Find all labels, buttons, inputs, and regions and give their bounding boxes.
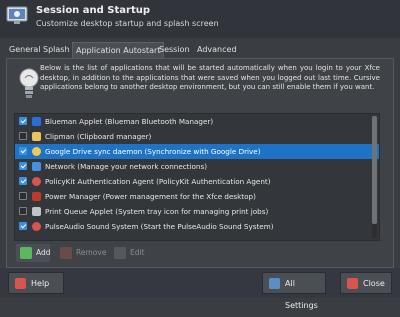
autostart-description: Below is the list of applications that w… bbox=[40, 64, 380, 91]
close-button[interactable]: Close bbox=[340, 272, 392, 294]
help-icon bbox=[15, 278, 26, 289]
tab-splash[interactable]: Splash bbox=[40, 42, 73, 57]
edit-label: Edit bbox=[130, 248, 145, 257]
all-settings-button[interactable]: All Settings bbox=[262, 272, 326, 310]
item-label: Clipman (Clipboard manager) bbox=[45, 132, 152, 141]
tab-advanced[interactable]: Advanced bbox=[194, 42, 240, 57]
autostart-list[interactable]: Blueman Applet (Blueman Bluetooth Manage… bbox=[14, 113, 380, 241]
item-label: Blueman Applet (Blueman Bluetooth Manage… bbox=[45, 117, 214, 126]
remove-button[interactable]: Remove bbox=[56, 244, 106, 262]
remove-label: Remove bbox=[76, 248, 107, 257]
printer-icon bbox=[32, 207, 41, 216]
power-icon bbox=[32, 192, 41, 201]
item-checkbox[interactable] bbox=[19, 192, 27, 200]
dialog-header: Session and Startup Customize desktop st… bbox=[0, 0, 400, 38]
item-label: PulseAudio Sound System (Start the Pulse… bbox=[45, 222, 274, 231]
tab-application-autostart[interactable]: Application Autostart bbox=[72, 42, 165, 58]
item-checkbox[interactable] bbox=[19, 177, 27, 185]
tab-general[interactable]: General bbox=[6, 42, 44, 57]
lightbulb-icon bbox=[19, 68, 39, 98]
list-item[interactable]: Network (Manage your network connections… bbox=[15, 159, 379, 174]
item-label: Power Manager (Power management for the … bbox=[45, 192, 256, 201]
all-settings-label: All Settings bbox=[285, 279, 318, 310]
item-checkbox[interactable] bbox=[19, 207, 27, 215]
item-checkbox[interactable] bbox=[19, 132, 27, 140]
list-item[interactable]: Google Drive sync daemon (Synchronize wi… bbox=[15, 144, 379, 159]
dialog-title: Session and Startup bbox=[36, 5, 151, 16]
add-label: Add bbox=[36, 248, 51, 257]
session-monitor-icon bbox=[6, 6, 28, 24]
add-icon bbox=[20, 247, 32, 259]
item-label: PolicyKit Authentication Agent (PolicyKi… bbox=[45, 177, 271, 186]
scrollbar-thumb[interactable] bbox=[372, 116, 377, 224]
list-item[interactable]: Power Manager (Power management for the … bbox=[15, 189, 379, 204]
item-checkbox[interactable] bbox=[19, 222, 27, 230]
clipboard-icon bbox=[32, 132, 41, 141]
add-button[interactable]: Add bbox=[16, 244, 51, 262]
settings-icon bbox=[269, 278, 280, 289]
help-button[interactable]: Help bbox=[8, 272, 64, 294]
item-checkbox[interactable] bbox=[19, 117, 27, 125]
item-label: Google Drive sync daemon (Synchronize wi… bbox=[45, 147, 261, 156]
edit-icon bbox=[114, 247, 126, 259]
item-label: Print Queue Applet (System tray icon for… bbox=[45, 207, 269, 216]
policykit-icon bbox=[32, 177, 41, 186]
list-item[interactable]: PulseAudio Sound System (Start the Pulse… bbox=[15, 219, 379, 234]
item-checkbox[interactable] bbox=[19, 162, 27, 170]
edit-button[interactable]: Edit bbox=[110, 244, 145, 262]
tab-session[interactable]: Session bbox=[156, 42, 193, 57]
list-item[interactable]: PolicyKit Authentication Agent (PolicyKi… bbox=[15, 174, 379, 189]
list-item[interactable]: Blueman Applet (Blueman Bluetooth Manage… bbox=[15, 114, 379, 129]
item-checkbox[interactable] bbox=[19, 147, 27, 155]
list-item[interactable]: Print Queue Applet (System tray icon for… bbox=[15, 204, 379, 219]
remove-icon bbox=[60, 247, 72, 259]
close-label: Close bbox=[363, 279, 385, 288]
speaker-icon bbox=[32, 222, 41, 231]
dialog-subtitle: Customize desktop startup and splash scr… bbox=[36, 19, 219, 28]
item-label: Network (Manage your network connections… bbox=[45, 162, 208, 171]
tab-bar: General Splash Application Autostart Ses… bbox=[6, 42, 394, 58]
list-item[interactable]: Clipman (Clipboard manager) bbox=[15, 129, 379, 144]
network-icon bbox=[32, 162, 41, 171]
bluetooth-icon bbox=[32, 117, 41, 126]
help-label: Help bbox=[31, 279, 50, 288]
google-drive-icon bbox=[32, 147, 41, 156]
close-icon bbox=[347, 278, 358, 289]
